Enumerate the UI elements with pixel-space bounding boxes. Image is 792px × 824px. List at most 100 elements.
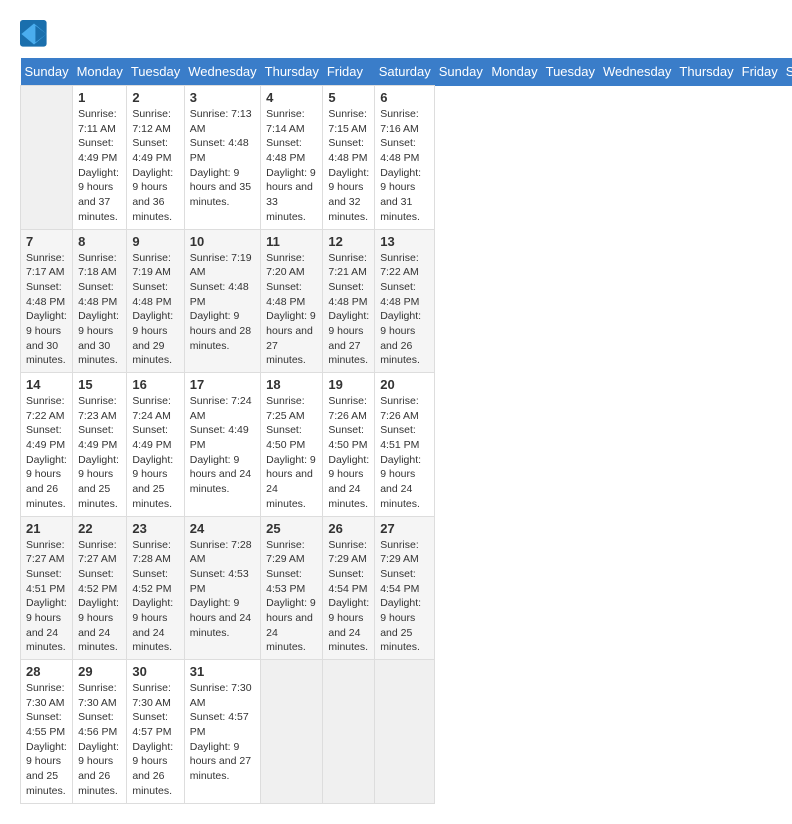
day-number: 16 xyxy=(132,377,178,392)
header-thursday: Thursday xyxy=(261,58,323,86)
day-info: Sunrise: 7:21 AMSunset: 4:48 PMDaylight:… xyxy=(328,251,369,369)
day-number: 12 xyxy=(328,234,369,249)
day-cell: 17Sunrise: 7:24 AMSunset: 4:49 PMDayligh… xyxy=(184,373,260,517)
day-cell: 31Sunrise: 7:30 AMSunset: 4:57 PMDayligh… xyxy=(184,660,260,804)
day-info: Sunrise: 7:30 AMSunset: 4:57 PMDaylight:… xyxy=(190,681,255,784)
day-number: 19 xyxy=(328,377,369,392)
day-cell: 22Sunrise: 7:27 AMSunset: 4:52 PMDayligh… xyxy=(73,516,127,660)
day-info: Sunrise: 7:29 AMSunset: 4:54 PMDaylight:… xyxy=(380,538,429,656)
header-wednesday: Wednesday xyxy=(184,58,260,86)
day-info: Sunrise: 7:12 AMSunset: 4:49 PMDaylight:… xyxy=(132,107,178,225)
day-number: 5 xyxy=(328,90,369,105)
day-cell: 12 Sunrise: 7:21 AMSunset: 4:48 PMDayligh… xyxy=(323,229,375,373)
day-number: 1 xyxy=(78,90,121,105)
day-info: Sunrise: 7:19 AMSunset: 4:48 PMDaylight:… xyxy=(190,251,255,354)
day-number: 24 xyxy=(190,521,255,536)
day-cell: 23 Sunrise: 7:28 AMSunset: 4:52 PMDayligh… xyxy=(127,516,184,660)
col-header-tuesday: Tuesday xyxy=(542,58,599,86)
day-info: Sunrise: 7:29 AMSunset: 4:53 PMDaylight:… xyxy=(266,538,317,656)
day-number: 26 xyxy=(328,521,369,536)
week-row-3: 14 Sunrise: 7:22 AMSunset: 4:49 PMDayligh… xyxy=(21,373,792,517)
day-cell xyxy=(375,660,435,804)
day-info: Sunrise: 7:28 AMSunset: 4:53 PMDaylight:… xyxy=(190,538,255,641)
day-cell: 25 Sunrise: 7:29 AMSunset: 4:53 PMDayligh… xyxy=(261,516,323,660)
day-cell: 14 Sunrise: 7:22 AMSunset: 4:49 PMDayligh… xyxy=(21,373,73,517)
day-number: 15 xyxy=(78,377,121,392)
day-cell: 10Sunrise: 7:19 AMSunset: 4:48 PMDayligh… xyxy=(184,229,260,373)
day-cell: 24 Sunrise: 7:28 AMSunset: 4:53 PMDayligh… xyxy=(184,516,260,660)
day-number: 25 xyxy=(266,521,317,536)
day-info: Sunrise: 7:24 AMSunset: 4:49 PMDaylight:… xyxy=(190,394,255,497)
day-cell: 27 Sunrise: 7:29 AMSunset: 4:54 PMDayligh… xyxy=(375,516,435,660)
day-cell: 7 Sunrise: 7:17 AMSunset: 4:48 PMDaylight… xyxy=(21,229,73,373)
day-info: Sunrise: 7:30 AMSunset: 4:57 PMDaylight:… xyxy=(132,681,178,799)
day-info: Sunrise: 7:19 AMSunset: 4:48 PMDaylight:… xyxy=(132,251,178,369)
day-info: Sunrise: 7:25 AMSunset: 4:50 PMDaylight:… xyxy=(266,394,317,512)
header-sunday: Sunday xyxy=(21,58,73,86)
day-info: Sunrise: 7:20 AMSunset: 4:48 PMDaylight:… xyxy=(266,251,317,369)
day-number: 6 xyxy=(380,90,429,105)
day-cell: 26Sunrise: 7:29 AMSunset: 4:54 PMDayligh… xyxy=(323,516,375,660)
header-saturday: Saturday xyxy=(375,58,435,86)
day-info: Sunrise: 7:11 AMSunset: 4:49 PMDaylight:… xyxy=(78,107,121,225)
day-info: Sunrise: 7:27 AMSunset: 4:51 PMDaylight:… xyxy=(26,538,67,656)
day-cell: 2Sunrise: 7:12 AMSunset: 4:49 PMDaylight… xyxy=(127,86,184,230)
day-number: 22 xyxy=(78,521,121,536)
day-info: Sunrise: 7:16 AMSunset: 4:48 PMDaylight:… xyxy=(380,107,429,225)
day-info: Sunrise: 7:22 AMSunset: 4:49 PMDaylight:… xyxy=(26,394,67,512)
logo-icon xyxy=(20,20,48,48)
day-info: Sunrise: 7:28 AMSunset: 4:52 PMDaylight:… xyxy=(132,538,178,656)
day-cell: 1 Sunrise: 7:11 AMSunset: 4:49 PMDaylight… xyxy=(73,86,127,230)
week-row-5: 28 Sunrise: 7:30 AMSunset: 4:55 PMDayligh… xyxy=(21,660,792,804)
header-monday: Monday xyxy=(73,58,127,86)
col-header-friday: Friday xyxy=(738,58,782,86)
day-cell: 8 Sunrise: 7:18 AMSunset: 4:48 PMDaylight… xyxy=(73,229,127,373)
day-info: Sunrise: 7:22 AMSunset: 4:48 PMDaylight:… xyxy=(380,251,429,369)
header-row: SundayMondayTuesdayWednesdayThursdayFrid… xyxy=(21,58,792,86)
header-tuesday: Tuesday xyxy=(127,58,184,86)
day-number: 4 xyxy=(266,90,317,105)
day-info: Sunrise: 7:30 AMSunset: 4:55 PMDaylight:… xyxy=(26,681,67,799)
day-cell: 28 Sunrise: 7:30 AMSunset: 4:55 PMDayligh… xyxy=(21,660,73,804)
day-number: 28 xyxy=(26,664,67,679)
day-cell: 20Sunrise: 7:26 AMSunset: 4:51 PMDayligh… xyxy=(375,373,435,517)
day-info: Sunrise: 7:18 AMSunset: 4:48 PMDaylight:… xyxy=(78,251,121,369)
day-info: Sunrise: 7:15 AMSunset: 4:48 PMDaylight:… xyxy=(328,107,369,225)
day-number: 14 xyxy=(26,377,67,392)
col-header-sunday: Sunday xyxy=(435,58,488,86)
day-info: Sunrise: 7:26 AMSunset: 4:50 PMDaylight:… xyxy=(328,394,369,512)
week-row-4: 21 Sunrise: 7:27 AMSunset: 4:51 PMDayligh… xyxy=(21,516,792,660)
day-cell: 5 Sunrise: 7:15 AMSunset: 4:48 PMDaylight… xyxy=(323,86,375,230)
day-cell: 6 Sunrise: 7:16 AMSunset: 4:48 PMDaylight… xyxy=(375,86,435,230)
day-number: 7 xyxy=(26,234,67,249)
day-cell: 29Sunrise: 7:30 AMSunset: 4:56 PMDayligh… xyxy=(73,660,127,804)
week-row-1: 1 Sunrise: 7:11 AMSunset: 4:49 PMDaylight… xyxy=(21,86,792,230)
logo xyxy=(20,20,52,48)
day-number: 20 xyxy=(380,377,429,392)
day-cell: 15 Sunrise: 7:23 AMSunset: 4:49 PMDayligh… xyxy=(73,373,127,517)
col-header-thursday: Thursday xyxy=(675,58,737,86)
page-header xyxy=(20,20,772,48)
day-cell: 9 Sunrise: 7:19 AMSunset: 4:48 PMDaylight… xyxy=(127,229,184,373)
day-number: 9 xyxy=(132,234,178,249)
day-number: 23 xyxy=(132,521,178,536)
day-cell: 21 Sunrise: 7:27 AMSunset: 4:51 PMDayligh… xyxy=(21,516,73,660)
day-info: Sunrise: 7:17 AMSunset: 4:48 PMDaylight:… xyxy=(26,251,67,369)
day-cell: 18 Sunrise: 7:25 AMSunset: 4:50 PMDayligh… xyxy=(261,373,323,517)
day-number: 11 xyxy=(266,234,317,249)
day-number: 30 xyxy=(132,664,178,679)
day-number: 27 xyxy=(380,521,429,536)
day-cell: 3Sunrise: 7:13 AMSunset: 4:48 PMDaylight… xyxy=(184,86,260,230)
day-number: 21 xyxy=(26,521,67,536)
col-header-saturday: Saturday xyxy=(782,58,792,86)
day-cell: 11 Sunrise: 7:20 AMSunset: 4:48 PMDayligh… xyxy=(261,229,323,373)
day-number: 18 xyxy=(266,377,317,392)
col-header-wednesday: Wednesday xyxy=(599,58,675,86)
day-info: Sunrise: 7:23 AMSunset: 4:49 PMDaylight:… xyxy=(78,394,121,512)
day-number: 3 xyxy=(190,90,255,105)
day-number: 8 xyxy=(78,234,121,249)
day-info: Sunrise: 7:30 AMSunset: 4:56 PMDaylight:… xyxy=(78,681,121,799)
week-row-2: 7 Sunrise: 7:17 AMSunset: 4:48 PMDaylight… xyxy=(21,229,792,373)
day-cell: 13Sunrise: 7:22 AMSunset: 4:48 PMDayligh… xyxy=(375,229,435,373)
day-cell: 30 Sunrise: 7:30 AMSunset: 4:57 PMDayligh… xyxy=(127,660,184,804)
